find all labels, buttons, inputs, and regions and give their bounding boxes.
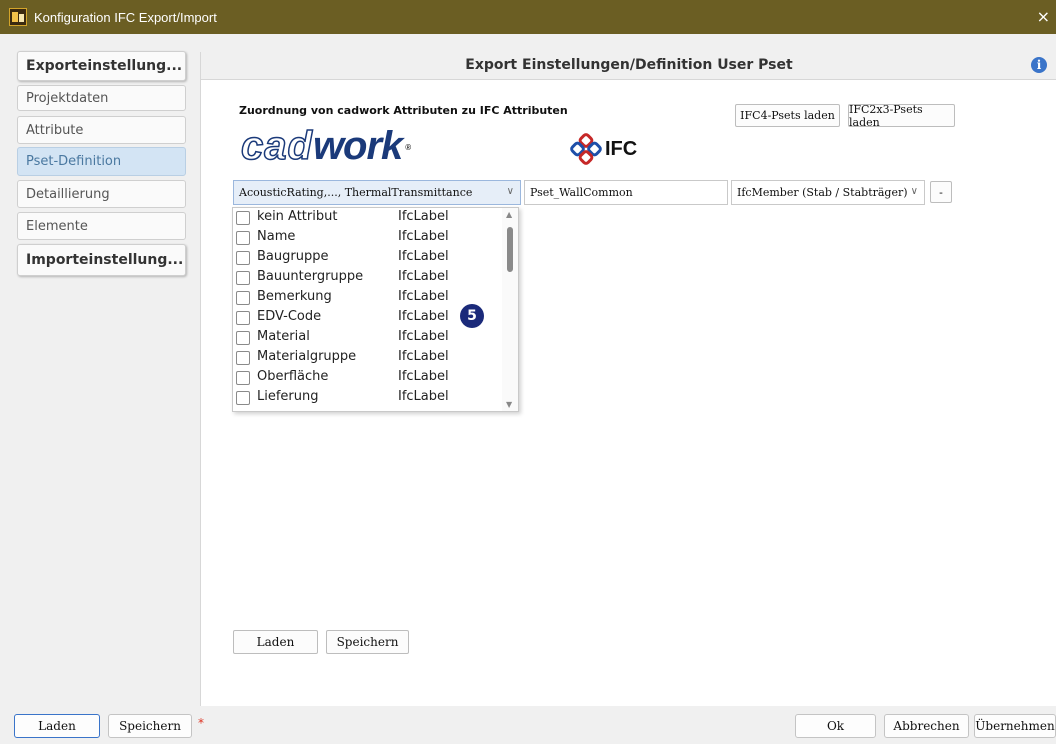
cancel-button[interactable]: Abbrechen bbox=[884, 714, 969, 738]
load-ifc2x3-psets-button[interactable]: IFC2x3-Psets laden bbox=[848, 103, 955, 129]
list-item[interactable]: Oberfläche IfcLabel bbox=[233, 368, 503, 388]
checkbox[interactable] bbox=[236, 391, 250, 405]
bottom-bar: Laden Speichern * Ok Abbrechen Übernehme… bbox=[0, 706, 1056, 744]
checkbox[interactable] bbox=[236, 351, 250, 365]
ifc-type-select[interactable]: IfcMember (Stab / Stabträger) ∨ bbox=[731, 180, 925, 205]
checkbox[interactable] bbox=[236, 231, 250, 245]
list-item[interactable]: Bauuntergruppe IfcLabel bbox=[233, 268, 503, 288]
ifc-type-select-value: IfcMember (Stab / Stabträger) bbox=[737, 186, 908, 199]
ifc-emblem-icon bbox=[570, 133, 602, 165]
checkbox[interactable] bbox=[236, 291, 250, 305]
list-item[interactable]: Baugruppe IfcLabel bbox=[233, 248, 503, 268]
load-button[interactable]: Laden bbox=[233, 630, 318, 654]
window-title: Konfiguration IFC Export/Import bbox=[34, 9, 217, 25]
chevron-down-icon: ∨ bbox=[506, 186, 514, 197]
checkbox[interactable] bbox=[236, 371, 250, 385]
apply-button[interactable]: Übernehmen bbox=[974, 714, 1056, 738]
list-item[interactable]: Name IfcLabel bbox=[233, 228, 503, 248]
info-icon[interactable]: i bbox=[1031, 57, 1047, 73]
ok-button[interactable]: Ok bbox=[795, 714, 876, 738]
save-button[interactable]: Speichern bbox=[326, 630, 409, 654]
chevron-down-icon: ∨ bbox=[910, 186, 918, 197]
checkbox[interactable] bbox=[236, 211, 250, 225]
app-icon bbox=[9, 8, 27, 26]
scrollbar[interactable]: ▲ ▼ bbox=[502, 208, 518, 411]
title-bar: Konfiguration IFC Export/Import × bbox=[0, 0, 1056, 34]
checkbox[interactable] bbox=[236, 331, 250, 345]
sidebar-export-section[interactable]: Exporteinstellung... bbox=[17, 51, 186, 81]
main-header: Export Einstellungen/Definition User Pse… bbox=[201, 52, 1056, 80]
attributes-select[interactable]: AcousticRating,..., ThermalTransmittance… bbox=[233, 180, 521, 205]
scrollbar-thumb[interactable] bbox=[507, 227, 513, 272]
footer-load-button[interactable]: Laden bbox=[14, 714, 100, 738]
callout-badge: 5 bbox=[460, 304, 484, 328]
checkbox[interactable] bbox=[236, 251, 250, 265]
remove-button[interactable]: - bbox=[930, 181, 952, 203]
sidebar-item-pset-definition[interactable]: Pset-Definition bbox=[17, 147, 186, 176]
ifc-logo: IFC bbox=[569, 132, 637, 166]
load-ifc4-psets-button[interactable]: IFC4-Psets laden bbox=[735, 104, 840, 127]
checkbox[interactable] bbox=[236, 311, 250, 325]
checkbox[interactable] bbox=[236, 271, 250, 285]
scroll-down-icon[interactable]: ▼ bbox=[506, 400, 512, 409]
list-item[interactable]: kein Attribut IfcLabel bbox=[233, 208, 503, 228]
footer-save-button[interactable]: Speichern bbox=[108, 714, 192, 738]
list-item[interactable]: Materialgruppe IfcLabel bbox=[233, 348, 503, 368]
list-item[interactable]: Lieferung IfcLabel bbox=[233, 388, 503, 408]
page-title: Export Einstellungen/Definition User Pse… bbox=[465, 57, 793, 73]
list-item[interactable]: Bemerkung IfcLabel bbox=[233, 288, 503, 308]
sidebar: Exporteinstellung... Projektdaten Attrib… bbox=[0, 34, 200, 706]
list-item[interactable]: Material IfcLabel bbox=[233, 328, 503, 348]
close-icon[interactable]: × bbox=[1037, 7, 1050, 26]
attributes-select-value: AcousticRating,..., ThermalTransmittance bbox=[239, 186, 473, 199]
scroll-up-icon[interactable]: ▲ bbox=[506, 210, 512, 219]
sidebar-item-elemente[interactable]: Elemente bbox=[17, 212, 186, 240]
sidebar-item-detaillierung[interactable]: Detaillierung bbox=[17, 180, 186, 208]
pset-name-input[interactable]: Pset_WallCommon bbox=[524, 180, 728, 205]
sidebar-import-section[interactable]: Importeinstellung... bbox=[17, 244, 186, 276]
sidebar-item-projektdaten[interactable]: Projektdaten bbox=[17, 85, 186, 111]
assignment-label: Zuordnung von cadwork Attributen zu IFC … bbox=[239, 104, 568, 117]
modified-indicator: * bbox=[198, 716, 204, 730]
sidebar-item-attribute[interactable]: Attribute bbox=[17, 116, 186, 144]
cadwork-logo: cad work ® bbox=[240, 124, 412, 168]
